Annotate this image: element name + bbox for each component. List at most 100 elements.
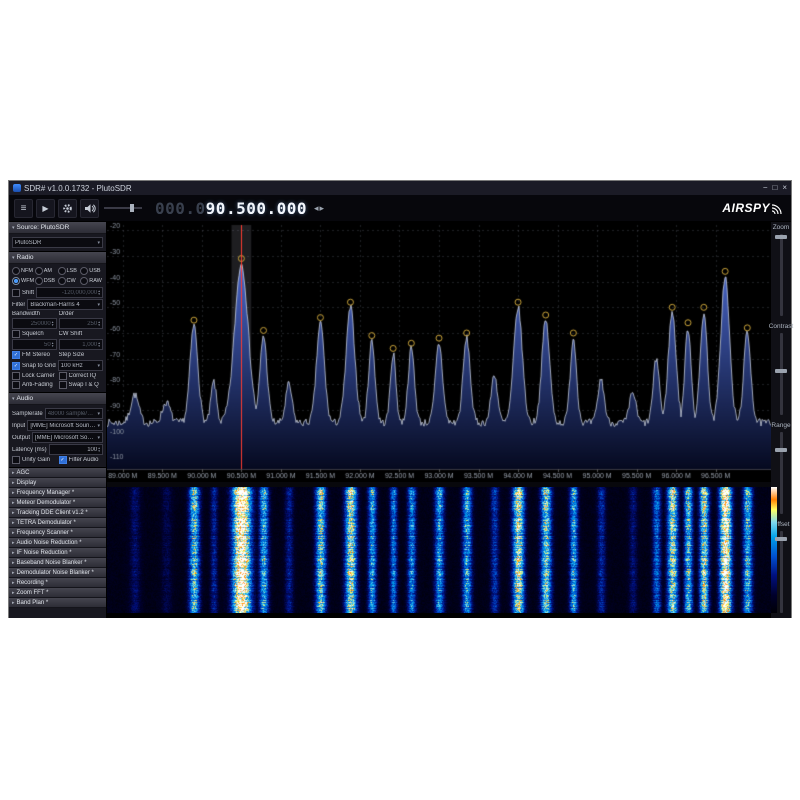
dropdown[interactable]: [MME] Microsoft Sound Mapper▾ <box>32 432 103 443</box>
panel-header-source-plutosdr[interactable]: ▾Source: PlutoSDR <box>9 222 106 234</box>
expand-icon: ▸ <box>12 600 15 606</box>
checkbox[interactable]: ✓ <box>59 456 67 464</box>
mode-dsb[interactable]: DSB <box>35 277 58 285</box>
checkbox[interactable]: ✓ <box>12 362 20 370</box>
contrast-slider[interactable] <box>780 333 783 415</box>
panel-header-meteor-demodulator[interactable]: ▸Meteor Demodulator * <box>9 498 106 508</box>
settings-button[interactable] <box>58 199 77 218</box>
panel-header-tracking-dde-client-v1-2[interactable]: ▸Tracking DDE Client v1.2 * <box>9 508 106 518</box>
text-field[interactable]: 100▴▾ <box>49 444 103 455</box>
spinner[interactable]: ▴▾ <box>98 342 100 348</box>
panel-header-zoom-fft[interactable]: ▸Zoom FFT * <box>9 588 106 598</box>
checkbox[interactable] <box>59 372 67 380</box>
panel-header-demodulator-noise-blanker[interactable]: ▸Demodulator Noise Blanker * <box>9 568 106 578</box>
radio-dot <box>80 277 88 285</box>
panel-header-recording[interactable]: ▸Recording * <box>9 578 106 588</box>
label: Latency (ms) <box>12 447 47 453</box>
mode-lsb[interactable]: LSB <box>58 267 81 275</box>
panel-header-radio[interactable]: ▾Radio <box>9 252 106 264</box>
minimize-button[interactable]: − <box>763 183 768 193</box>
dropdown[interactable]: 48000 sample/sec▾ <box>45 408 103 419</box>
waterfall-display[interactable] <box>107 487 771 613</box>
volume-thumb[interactable] <box>130 204 134 212</box>
frequency-step-buttons: ◂ ▸ <box>314 203 324 214</box>
label: Correct IQ <box>69 373 97 379</box>
spinner[interactable]: ▴▾ <box>52 342 54 348</box>
titlebar[interactable]: SDR# v1.0.0.1732 - PlutoSDR − □ × <box>9 181 791 195</box>
checkbox[interactable] <box>12 456 20 464</box>
spinner[interactable]: ▴▾ <box>52 321 54 327</box>
chevron-down-icon: ▾ <box>97 411 100 417</box>
text-field[interactable]: 250000▴▾ <box>12 318 57 329</box>
slider-thumb[interactable] <box>775 369 787 373</box>
expand-icon: ▸ <box>12 510 15 516</box>
label: Output <box>12 435 30 441</box>
panel-header-audio-noise-reduction[interactable]: ▸Audio Noise Reduction * <box>9 538 106 548</box>
mode-usb[interactable]: USB <box>80 267 103 275</box>
menu-button[interactable]: ≡ <box>14 199 33 218</box>
range-slider[interactable] <box>780 432 783 514</box>
maximize-button[interactable]: □ <box>772 183 777 193</box>
text-field[interactable]: -120,000,000▴▾ <box>36 287 103 298</box>
expand-icon: ▸ <box>12 550 15 556</box>
checkbox[interactable] <box>12 330 20 338</box>
panel-title: TETRA Demodulator * <box>17 520 76 526</box>
freq-step-left-button[interactable]: ◂ <box>314 203 319 214</box>
spinner[interactable]: ▴▾ <box>98 447 100 453</box>
close-button[interactable]: × <box>782 183 787 193</box>
panel-header-frequency-scanner[interactable]: ▸Frequency Scanner * <box>9 528 106 538</box>
signal-waves-icon <box>771 203 782 215</box>
checkbox[interactable] <box>12 381 20 389</box>
text-field[interactable]: 1,000▴▾ <box>59 339 104 350</box>
volume-slider[interactable] <box>104 201 142 215</box>
spectrum-display[interactable] <box>107 222 771 482</box>
mute-button[interactable] <box>80 199 99 218</box>
expand-icon: ▸ <box>12 540 15 546</box>
checkbox[interactable] <box>59 381 67 389</box>
mode-am[interactable]: AM <box>35 267 58 275</box>
slider-thumb[interactable] <box>775 235 787 239</box>
spinner[interactable]: ▴▾ <box>98 321 100 327</box>
offset-slider[interactable] <box>780 531 783 613</box>
play-button[interactable]: ▶ <box>36 199 55 218</box>
checkbox[interactable] <box>12 372 20 380</box>
zoom-slider[interactable] <box>780 234 783 316</box>
mode-wfm[interactable]: WFM <box>12 277 35 285</box>
dropdown[interactable]: PlutoSDR▾ <box>12 237 103 248</box>
panel-header-band-plan[interactable]: ▸Band Plan * <box>9 598 106 608</box>
mode-cw[interactable]: CW <box>58 277 81 285</box>
panel-title: Frequency Scanner * <box>17 530 73 536</box>
mode-nfm[interactable]: NFM <box>12 267 35 275</box>
panel-header-agc[interactable]: ▸AGC <box>9 468 106 478</box>
slider-thumb[interactable] <box>775 448 787 452</box>
panel-header-audio[interactable]: ▾Audio <box>9 393 106 405</box>
text-field[interactable]: 250▴▾ <box>59 318 104 329</box>
text-field[interactable]: 50▴▾ <box>12 339 57 350</box>
frequency-display[interactable]: 000.090.500.000 <box>155 199 307 218</box>
label: Step Size <box>59 352 104 358</box>
app-icon <box>13 184 21 192</box>
panel-header-if-noise-reduction[interactable]: ▸IF Noise Reduction * <box>9 548 106 558</box>
panel-title: AGC <box>17 470 30 476</box>
checkbox[interactable]: ✓ <box>12 351 20 359</box>
panel-header-tetra-demodulator[interactable]: ▸TETRA Demodulator * <box>9 518 106 528</box>
expand-icon: ▸ <box>12 560 15 566</box>
panel-header-display[interactable]: ▸Display <box>9 478 106 488</box>
label: Filter Audio <box>69 457 99 463</box>
freq-step-right-button[interactable]: ▸ <box>320 203 325 214</box>
dropdown[interactable]: [MME] Microsoft Sound Mapper▾ <box>27 420 103 431</box>
panel-header-frequency-manager[interactable]: ▸Frequency Manager * <box>9 488 106 498</box>
panel-header-baseband-noise-blanker[interactable]: ▸Baseband Noise Blanker * <box>9 558 106 568</box>
sdrsharp-window: SDR# v1.0.0.1732 - PlutoSDR − □ × ≡ ▶ <box>8 180 792 618</box>
panel-title: Band Plan * <box>17 600 49 606</box>
mode-raw[interactable]: RAW <box>80 277 103 285</box>
radio-dot <box>12 277 20 285</box>
label: Bandwidth <box>12 311 57 317</box>
spinner[interactable]: ▴▾ <box>98 290 100 296</box>
dropdown[interactable]: 100 kHz▾ <box>58 360 103 371</box>
dropdown[interactable]: Blackman-Harris 4▾ <box>27 299 103 310</box>
label: CW Shift <box>59 331 104 337</box>
checkbox[interactable] <box>12 289 20 297</box>
slider-thumb[interactable] <box>775 537 787 541</box>
label: Shift <box>22 290 34 296</box>
